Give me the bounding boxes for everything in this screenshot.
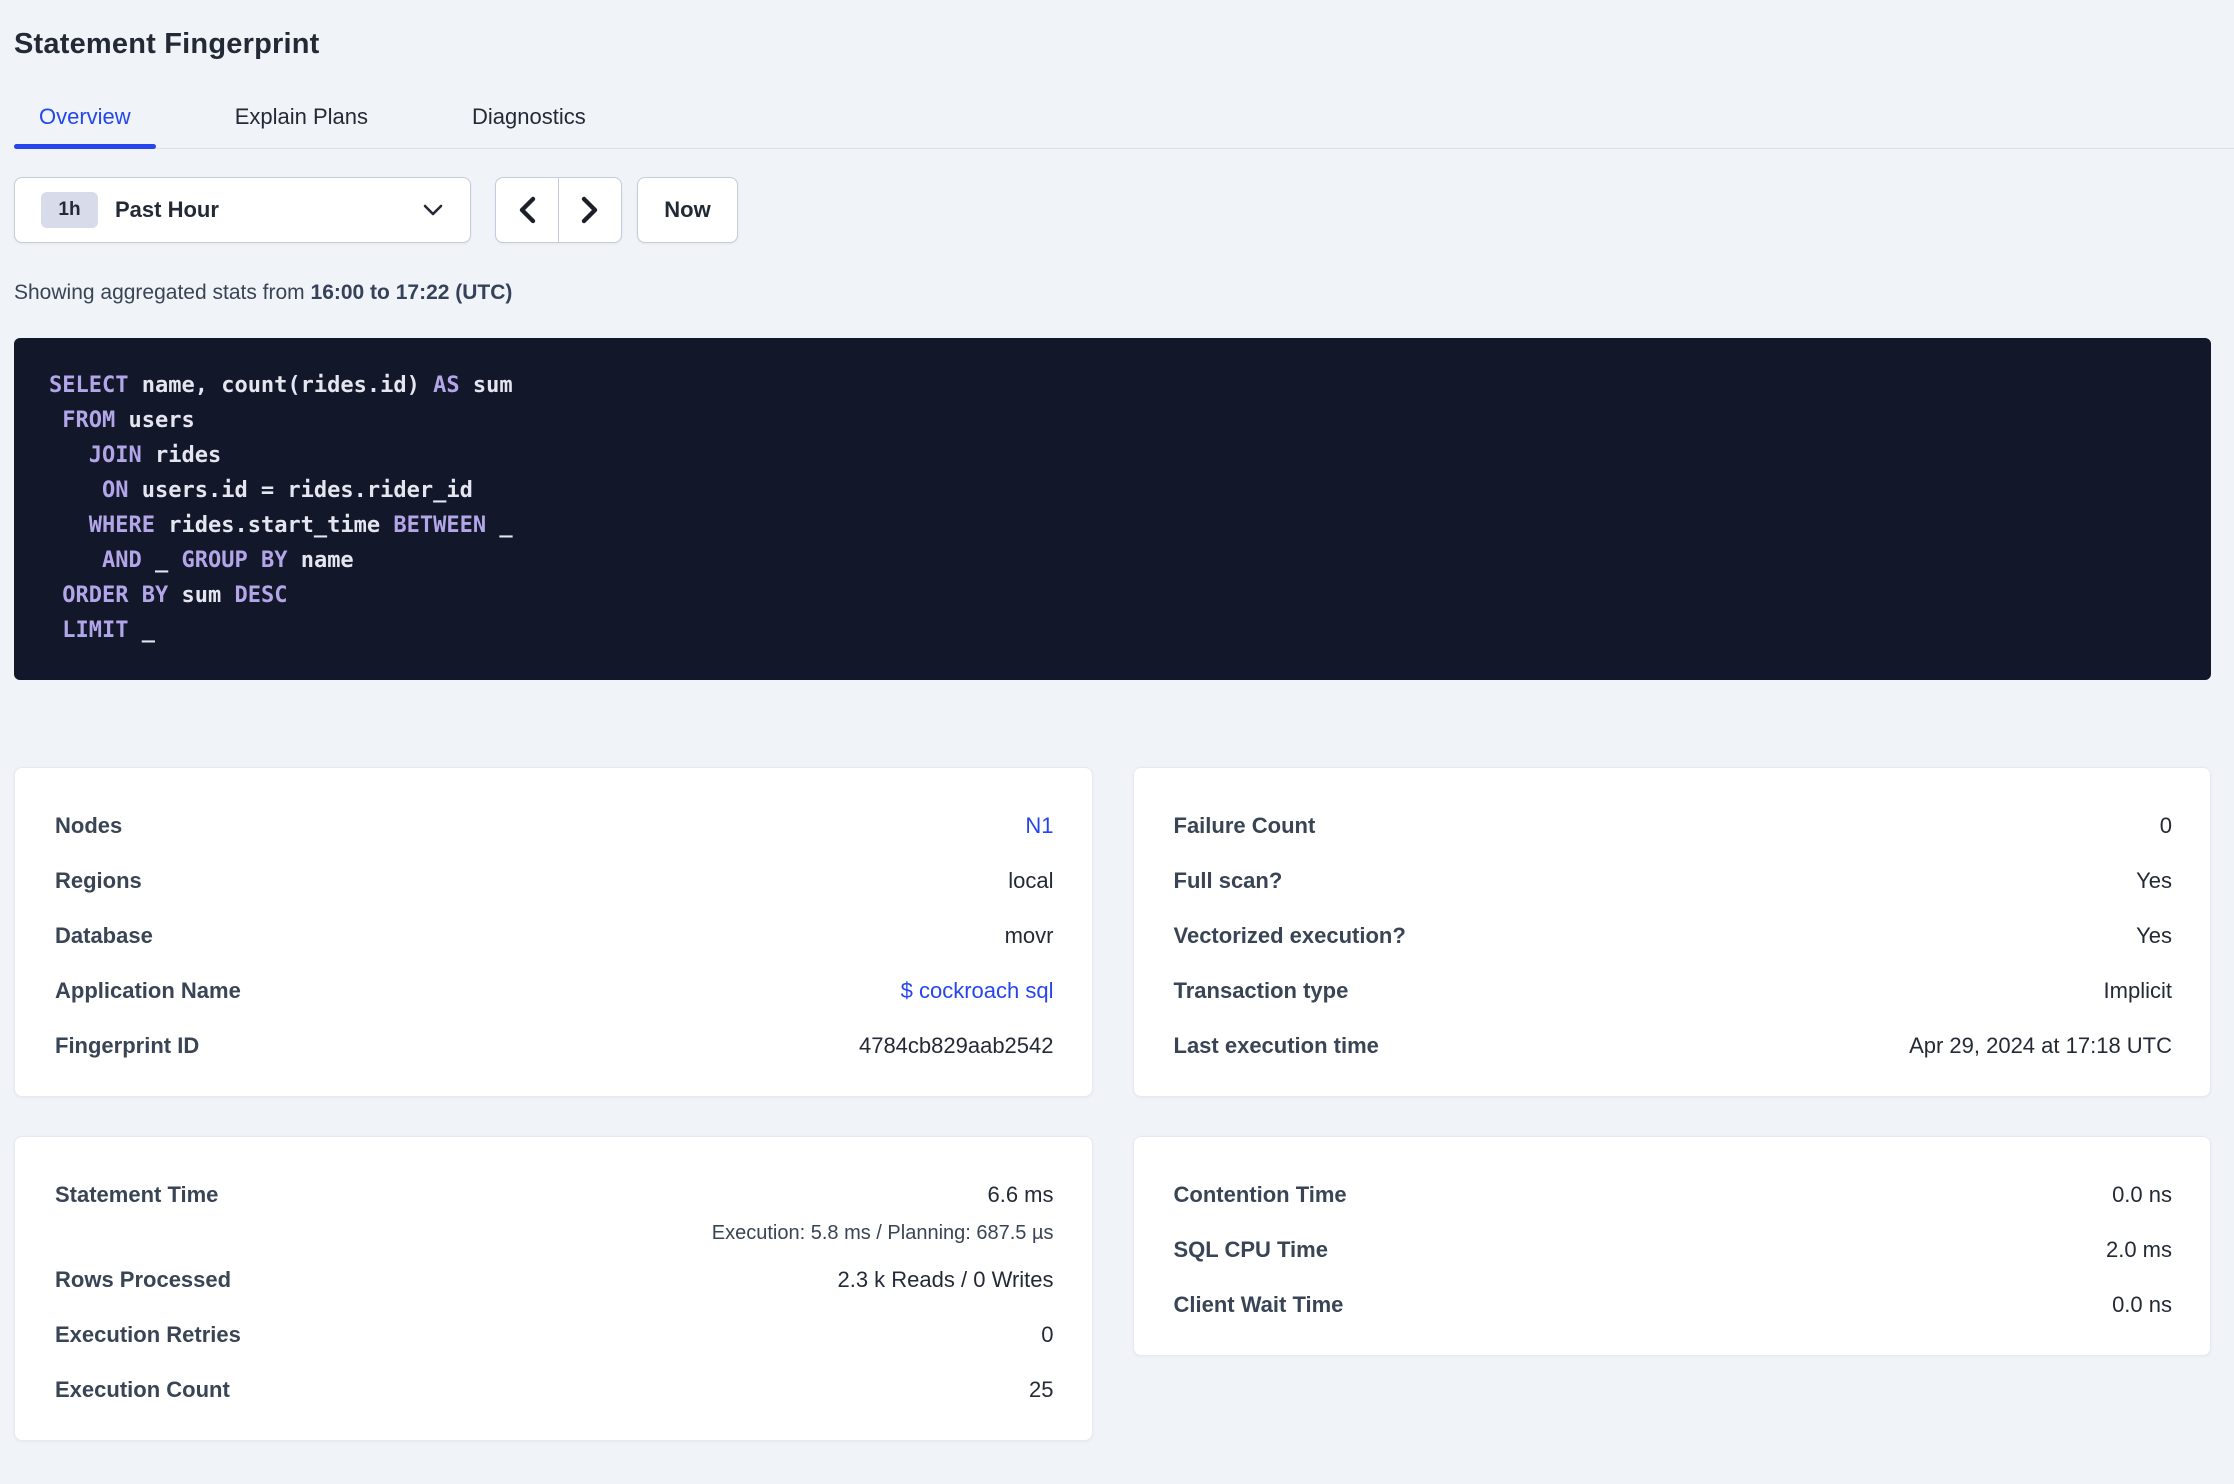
stat-row: Application Name $ cockroach sql <box>55 963 1054 1018</box>
next-interval-button[interactable] <box>559 178 621 242</box>
now-button[interactable]: Now <box>637 177 738 243</box>
sql-line: LIMIT _ <box>62 618 155 643</box>
stat-value: 4784cb829aab2542 <box>858 1032 1054 1058</box>
stat-label: Failure Count <box>1173 812 1316 838</box>
chevron-left-icon <box>517 196 537 224</box>
stat-label: Client Wait Time <box>1173 1291 1344 1317</box>
stat-row: Statement Time 6.6 ms <box>55 1167 1054 1222</box>
previous-interval-button[interactable] <box>496 178 559 242</box>
stat-value: 0.0 ns <box>2112 1291 2172 1317</box>
sql-line: ON users.id = rides.rider_id <box>101 478 473 503</box>
stat-row: Client Wait Time 0.0 ns <box>1174 1277 2173 1332</box>
sql-line: WHERE rides.start_time BETWEEN _ <box>88 513 513 538</box>
timing-cards-row: Statement Time 6.6 ms Execution: 5.8 ms / … <box>14 1136 2211 1441</box>
statement-times-card: Statement Time 6.6 ms Execution: 5.8 ms / … <box>14 1136 1093 1441</box>
stat-label: Transaction type <box>1173 977 1349 1003</box>
stat-label: Execution Count <box>55 1376 230 1402</box>
stat-value: Yes <box>2136 867 2172 893</box>
stat-value-link[interactable]: $ cockroach sql <box>901 978 1054 1004</box>
stat-value: 2.3 k Reads / 0 Writes <box>837 1266 1054 1292</box>
stat-value: 25 <box>1029 1376 1054 1402</box>
stat-row: SQL CPU Time 2.0 ms <box>1174 1222 2173 1277</box>
stat-value: 2.0 ms <box>2105 1236 2172 1262</box>
page: Statement Fingerprint Overview Explain Pl… <box>0 26 2234 1441</box>
stat-label: Vectorized execution? <box>1173 922 1406 948</box>
stats-caption-range: 16:00 to 17:22 (UTC) <box>310 281 513 304</box>
stat-label: Contention Time <box>1173 1181 1347 1207</box>
stat-subvalue: Execution: 5.8 ms / Planning: 687.5 µs <box>711 1222 1054 1244</box>
time-range-arrows <box>495 177 622 243</box>
stat-value: Implicit <box>2103 977 2172 1003</box>
tab-diagnostics[interactable]: Diagnostics <box>447 103 611 148</box>
sql-statement-box: SELECT name, count(rides.id) AS sum FROM… <box>14 338 2211 680</box>
stat-value: 0 <box>2159 812 2172 838</box>
stat-label: Regions <box>55 867 142 893</box>
stat-value: movr <box>1004 922 1054 948</box>
stat-row: Last execution time Apr 29, 2024 at 17:18… <box>1174 1018 2173 1073</box>
stats-caption-prefix: Showing aggregated stats from <box>14 281 311 304</box>
stat-value: Apr 29, 2024 at 17:18 UTC <box>1909 1032 2172 1058</box>
time-controls: 1h Past Hour Now <box>14 177 2211 243</box>
stat-label: Execution Retries <box>55 1321 241 1347</box>
stat-row: Full scan? Yes <box>1174 853 2173 908</box>
sql-statement: SELECT name, count(rides.id) AS sum FROM… <box>49 368 2176 648</box>
overview-cards-row: Nodes N1 Regions local Database movr Applicati… <box>14 767 2211 1097</box>
stat-row: Vectorized execution? Yes <box>1174 908 2173 963</box>
chevron-right-icon <box>580 196 600 224</box>
stat-value: local <box>1008 867 1054 893</box>
stat-label: Fingerprint ID <box>55 1032 200 1058</box>
stat-row: Database movr <box>55 908 1054 963</box>
stat-value: 0 <box>1041 1321 1054 1347</box>
stat-value-link[interactable]: N1 <box>1025 813 1053 839</box>
tab-explain-plans[interactable]: Explain Plans <box>210 103 393 148</box>
stat-value: 6.6 ms <box>987 1181 1054 1207</box>
stat-label: Statement Time <box>55 1181 219 1207</box>
stat-row: Contention Time 0.0 ns <box>1174 1167 2173 1222</box>
statement-details-card: Nodes N1 Regions local Database movr Applicati… <box>14 767 1093 1097</box>
stat-value: 0.0 ns <box>2112 1181 2172 1207</box>
stat-label: SQL CPU Time <box>1173 1236 1328 1262</box>
stats-caption: Showing aggregated stats from 16:00 to 1… <box>14 279 2211 307</box>
tab-overview[interactable]: Overview <box>14 103 156 149</box>
stat-row: Rows Processed 2.3 k Reads / 0 Writes <box>55 1252 1054 1307</box>
stat-label: Rows Processed <box>55 1266 232 1292</box>
stat-label: Database <box>55 922 153 948</box>
stat-label: Last execution time <box>1173 1032 1379 1058</box>
stat-row: Transaction type Implicit <box>1174 963 2173 1018</box>
sql-line: AND _ GROUP BY name <box>101 548 354 573</box>
stat-label: Application Name <box>55 977 241 1003</box>
stat-value: Yes <box>2136 922 2172 948</box>
sql-line: FROM users <box>62 408 195 433</box>
stat-label: Nodes <box>55 812 123 838</box>
execution-attributes-card: Failure Count 0 Full scan? Yes Vectorized ex… <box>1132 767 2211 1097</box>
stat-row: Regions local <box>55 853 1054 908</box>
stat-row: Failure Count 0 <box>1174 798 2173 853</box>
tabs: Overview Explain Plans Diagnostics <box>14 103 2234 149</box>
chevron-down-icon <box>422 203 444 217</box>
stat-row: Nodes N1 <box>55 798 1054 853</box>
interval-badge: 1h <box>41 192 98 228</box>
stat-label: Full scan? <box>1173 867 1283 893</box>
stat-row: Execution Retries 0 <box>55 1307 1054 1362</box>
sql-line: JOIN rides <box>88 443 222 468</box>
interval-label: Past Hour <box>115 197 219 222</box>
page-title: Statement Fingerprint <box>14 28 320 60</box>
sql-line: SELECT name, count(rides.id) AS sum <box>49 373 513 398</box>
wait-times-card: Contention Time 0.0 ns SQL CPU Time 2.0 ms C… <box>1132 1136 2211 1356</box>
stat-row: Execution Count 25 <box>55 1362 1054 1417</box>
stat-row: Fingerprint ID 4784cb829aab2542 <box>55 1018 1054 1073</box>
time-interval-picker[interactable]: 1h Past Hour <box>14 177 471 243</box>
sql-line: ORDER BY sum DESC <box>62 583 288 608</box>
